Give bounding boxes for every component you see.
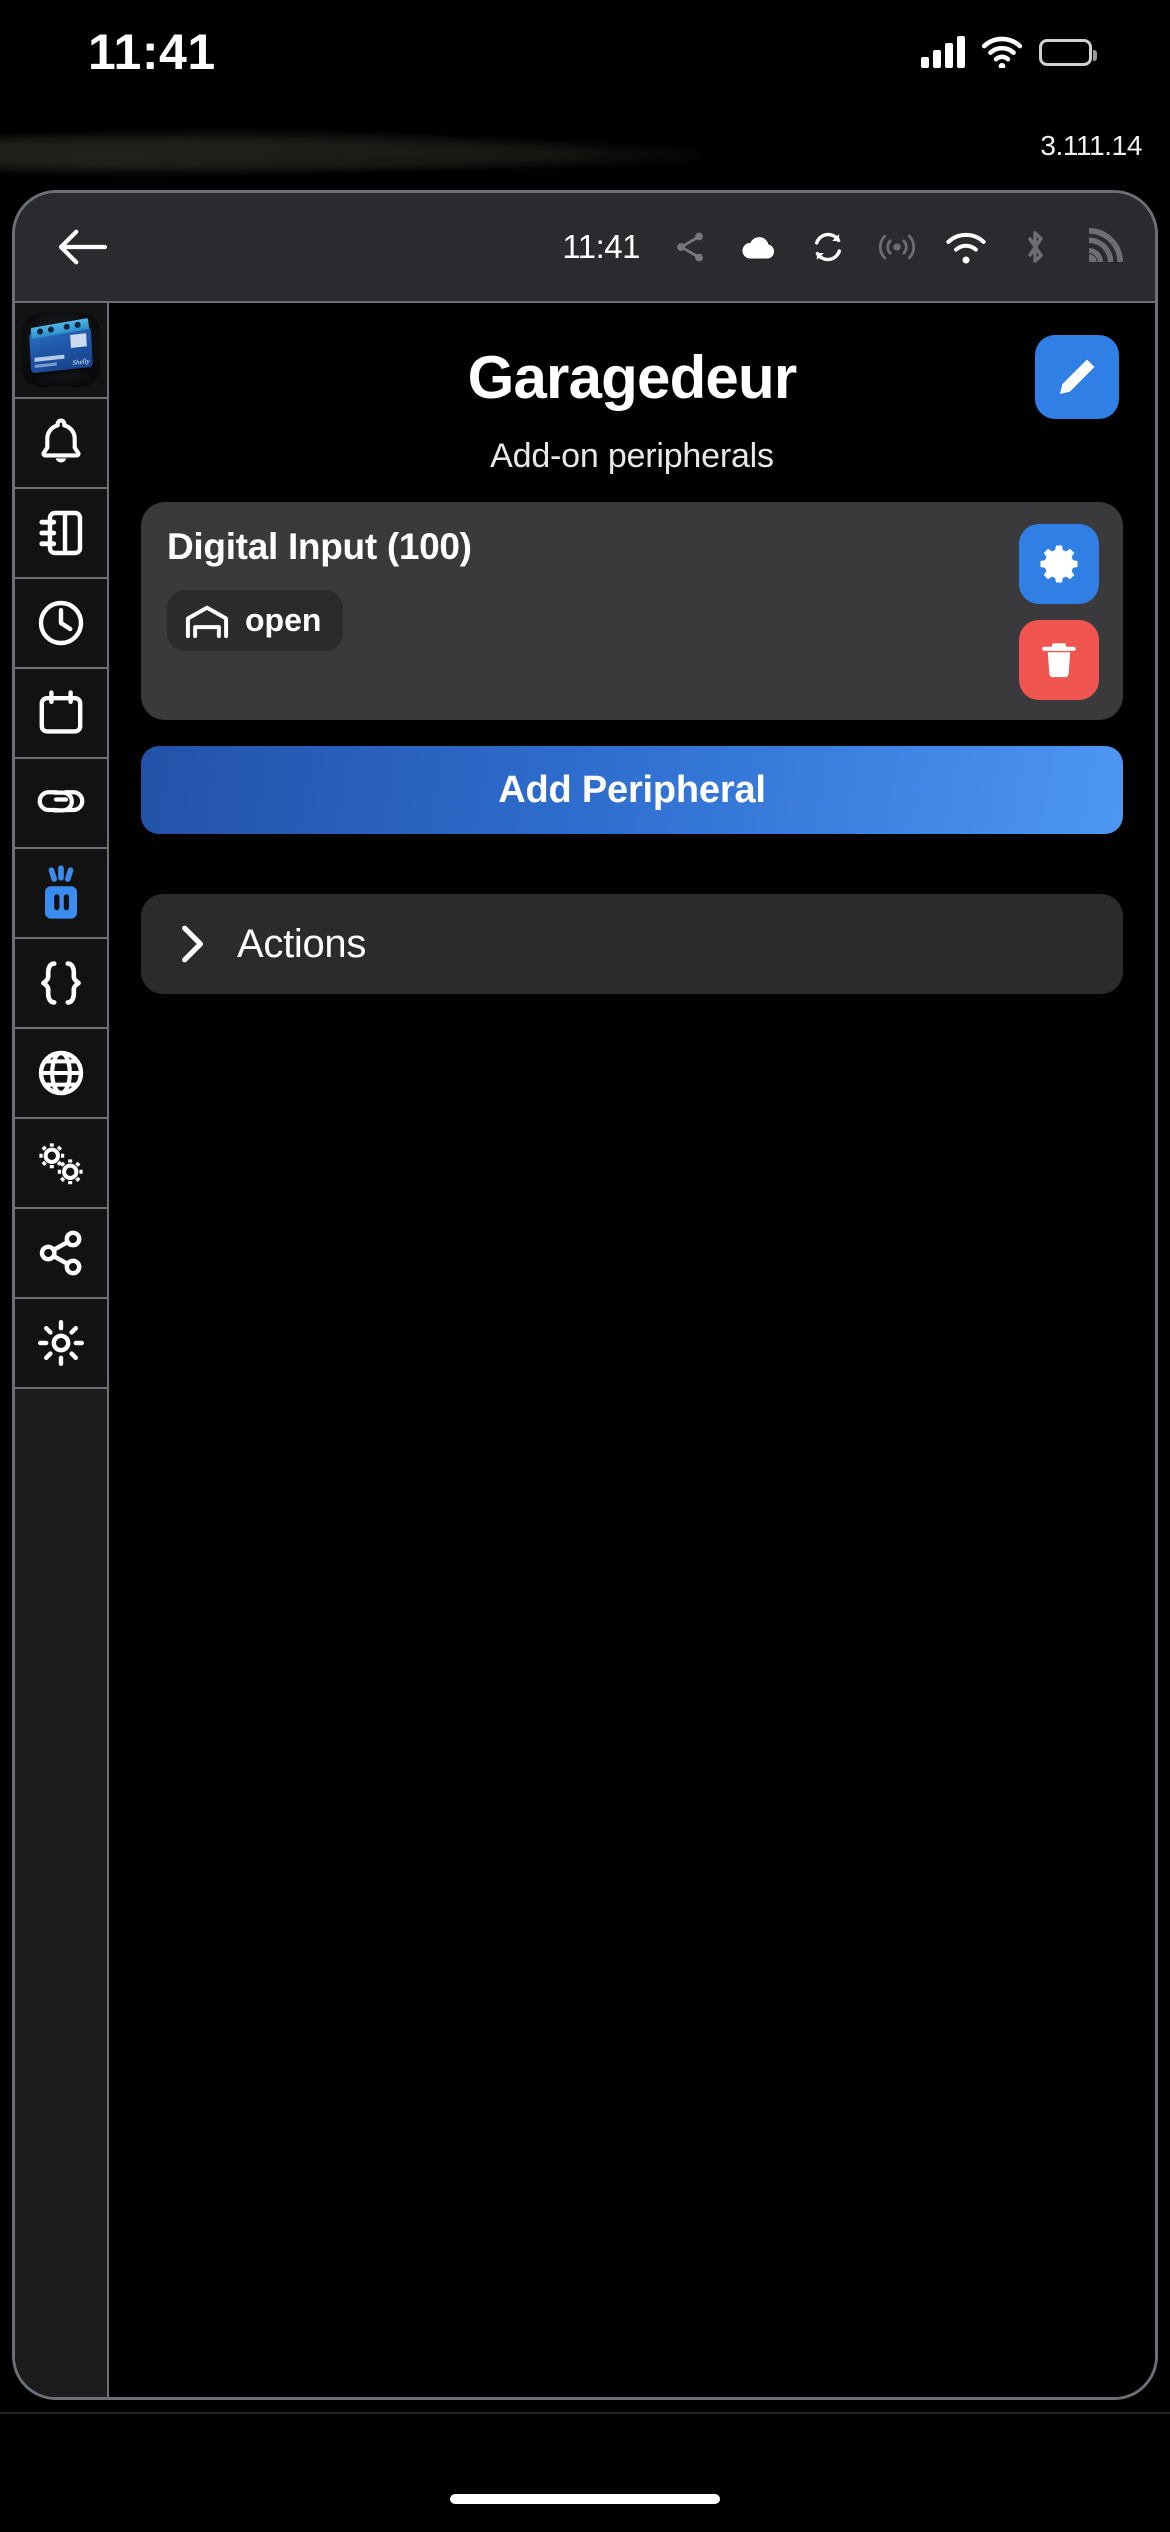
bell-icon [41, 418, 81, 463]
link-chain-icon [37, 790, 85, 813]
gears-icon [39, 1143, 83, 1185]
app-body: Shelly Garagedeur Add-on peripherals Dig… [15, 303, 1155, 2397]
gear-icon [1040, 545, 1078, 583]
share-nodes-icon[interactable] [667, 224, 713, 270]
toolbar-clock: 11:41 [562, 228, 640, 265]
globe-icon [38, 1050, 84, 1096]
sidebar-item-device-thumbnail[interactable]: Shelly [15, 303, 107, 399]
wifi-icon[interactable] [943, 224, 989, 270]
sidebar-item-advanced[interactable] [15, 1119, 107, 1209]
ios-status-bar: 11:41 [0, 0, 1170, 104]
broadcast-icon[interactable] [874, 224, 920, 270]
peripheral-title: Digital Input (100) [167, 526, 472, 567]
trash-icon [1042, 643, 1076, 678]
app-version: 3.111.14 [1040, 130, 1142, 161]
phone-screen: 11:41 3.111.14 11:41 Shelly Garagedeur A… [0, 0, 1170, 2532]
app-window: 11:41 Shelly Garagedeur Add-on periphera… [12, 190, 1158, 2400]
sidebar-item-calendar[interactable] [15, 669, 107, 759]
battery-icon [1039, 38, 1097, 66]
page-subtitle: Add-on peripherals [490, 437, 774, 475]
peripheral-card: Digital Input (100) open [141, 502, 1123, 720]
page-title: Garagedeur [467, 343, 798, 411]
sidebar-empty-area [15, 1389, 107, 2397]
calendar-icon [39, 690, 83, 734]
main-content: Garagedeur Add-on peripherals Digital In… [109, 303, 1155, 2397]
sidebar-item-notifications[interactable] [15, 399, 107, 489]
ios-status-icons [921, 36, 1097, 68]
title-row: Garagedeur [141, 329, 1123, 425]
cloud-icon[interactable] [736, 224, 782, 270]
actions-label: Actions [237, 921, 367, 966]
bottom-divider [0, 2412, 1170, 2414]
toolbar-status-icons: 11:41 [562, 224, 1133, 270]
back-arrow-icon [58, 229, 108, 265]
braces-icon [41, 961, 81, 1005]
background-texture [0, 128, 700, 188]
peripheral-state-chip[interactable]: open [167, 590, 344, 651]
notebook-icon [39, 510, 83, 556]
clock-icon [38, 600, 84, 646]
add-peripheral-label: Add Peripheral [498, 768, 766, 811]
wifi-icon [981, 36, 1023, 68]
sidebar-item-sharing[interactable] [15, 1209, 107, 1299]
gear-icon [38, 1320, 84, 1366]
sidebar-item-network[interactable] [15, 1029, 107, 1119]
version-strip: 3.111.14 [0, 128, 1170, 188]
app-toolbar: 11:41 [15, 193, 1155, 303]
bluetooth-icon[interactable] [1012, 224, 1058, 270]
shelly-device-image: Shelly [22, 313, 100, 387]
garage-door-icon [185, 605, 229, 638]
sidebar-item-settings[interactable] [15, 1299, 107, 1389]
sidebar-item-peripherals[interactable] [15, 849, 107, 939]
ios-clock: 11:41 [88, 24, 216, 80]
sidebar-item-schedule[interactable] [15, 579, 107, 669]
share-nodes-icon [39, 1230, 82, 1276]
rss-signal-icon[interactable] [1081, 224, 1127, 270]
sidebar-item-links[interactable] [15, 759, 107, 849]
sidebar: Shelly [15, 303, 109, 2397]
edit-button[interactable] [1035, 335, 1119, 419]
peripheral-state-label: open [245, 602, 322, 638]
add-peripheral-button[interactable]: Add Peripheral [141, 746, 1123, 834]
peripheral-device-icon [45, 865, 77, 919]
sidebar-item-logs[interactable] [15, 489, 107, 579]
cellular-signal-icon [921, 36, 965, 68]
peripheral-card-actions [1019, 524, 1099, 700]
back-button[interactable] [45, 210, 119, 284]
pencil-icon [1059, 359, 1095, 395]
actions-accordion[interactable]: Actions [141, 894, 1123, 994]
peripheral-delete-button[interactable] [1019, 620, 1099, 700]
peripheral-settings-button[interactable] [1019, 524, 1099, 604]
chevron-right-icon [182, 925, 203, 963]
home-indicator[interactable] [450, 2494, 720, 2504]
sync-refresh-icon[interactable] [805, 224, 851, 270]
sidebar-item-json[interactable] [15, 939, 107, 1029]
